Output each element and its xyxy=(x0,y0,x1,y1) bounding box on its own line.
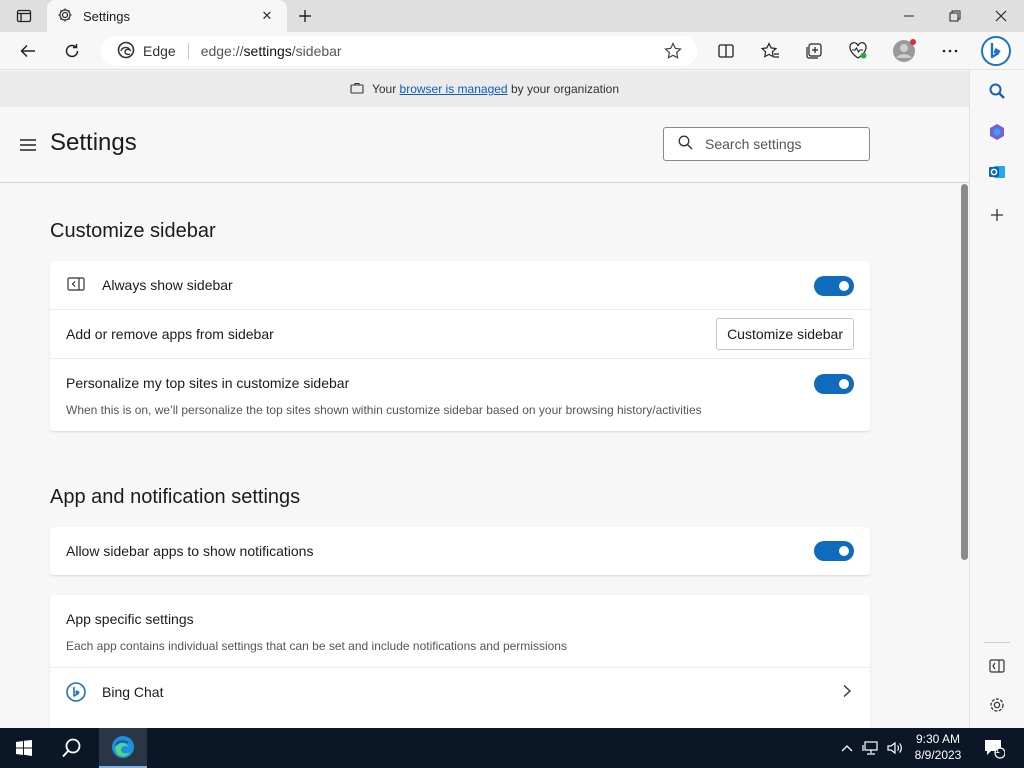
windows-start-icon[interactable] xyxy=(4,728,44,768)
minimize-icon[interactable] xyxy=(886,0,932,32)
restore-icon[interactable] xyxy=(932,0,978,32)
browser-toolbar: Edge edge://settings/sidebar xyxy=(0,32,1024,70)
more-options-icon[interactable] xyxy=(934,36,966,66)
site-identity-label: Edge xyxy=(143,43,176,59)
sidebar-settings-gear-icon[interactable] xyxy=(984,692,1010,718)
sidebar-office-icon[interactable] xyxy=(984,119,1010,145)
notification-count: 1 xyxy=(995,745,1001,755)
browser-essentials-icon[interactable] xyxy=(842,36,874,66)
profile-avatar[interactable] xyxy=(888,36,920,66)
tab-settings[interactable]: Settings ✕ xyxy=(47,0,287,32)
customize-sidebar-button[interactable]: Customize sidebar xyxy=(716,318,854,350)
app-specific-title: App specific settings xyxy=(66,611,194,627)
taskbar-clock[interactable]: 9:30 AM 8/9/2023 xyxy=(912,731,964,763)
settings-header: Settings xyxy=(0,107,969,183)
customize-sidebar-heading: Customize sidebar xyxy=(50,220,216,242)
edge-sidebar xyxy=(969,70,1024,728)
new-tab-icon[interactable] xyxy=(292,4,318,28)
personalize-top-sites-label: Personalize my top sites in customize si… xyxy=(66,375,350,391)
windows-taskbar: 9:30 AM 8/9/2023 1 xyxy=(0,728,1024,768)
bing-chat-app-icon xyxy=(66,682,86,705)
allow-notifications-toggle[interactable] xyxy=(814,541,854,561)
browser-managed-link[interactable]: browser is managed xyxy=(400,82,508,96)
address-url: edge://settings/sidebar xyxy=(200,43,342,59)
bing-chat-icon[interactable] xyxy=(980,35,1012,67)
search-icon xyxy=(678,135,693,153)
allow-notifications-row: Allow sidebar apps to show notifications xyxy=(50,527,870,575)
app-specific-header-row: App specific settings Each app contains … xyxy=(50,595,870,668)
add-remove-apps-row: Add or remove apps from sidebar Customiz… xyxy=(50,310,870,359)
app-row-bing-chat[interactable]: Bing Chat xyxy=(50,668,870,717)
sidebar-outlook-icon[interactable] xyxy=(984,159,1010,185)
add-remove-apps-label: Add or remove apps from sidebar xyxy=(66,326,274,342)
page-title: Settings xyxy=(50,129,137,156)
chevron-right-icon xyxy=(842,684,852,701)
edge-logo-icon xyxy=(117,41,135,62)
allow-notifications-label: Allow sidebar apps to show notifications xyxy=(66,543,314,559)
managed-banner: Your browser is managed by your organiza… xyxy=(0,71,969,107)
bing-chat-label: Bing Chat xyxy=(102,684,164,700)
personalize-top-sites-description: When this is on, we’ll personalize the t… xyxy=(66,403,702,417)
always-show-sidebar-row: Always show sidebar xyxy=(50,261,870,310)
clock-time: 9:30 AM xyxy=(915,732,961,746)
managed-prefix: Your xyxy=(371,82,397,96)
split-screen-icon[interactable] xyxy=(710,36,742,66)
allow-notifications-card: Allow sidebar apps to show notifications xyxy=(50,527,870,575)
managed-suffix: by your organization xyxy=(510,82,620,96)
address-separator xyxy=(187,43,189,59)
taskbar-edge-icon[interactable] xyxy=(99,728,147,768)
hide-sidebar-icon[interactable] xyxy=(984,653,1010,679)
search-input[interactable] xyxy=(705,136,855,152)
tab-title: Settings xyxy=(83,8,130,24)
close-tab-icon[interactable]: ✕ xyxy=(257,6,277,26)
sidebar-add-icon[interactable] xyxy=(984,202,1010,228)
settings-content: Customize sidebar Always show sidebar Ad… xyxy=(0,184,958,728)
refresh-icon[interactable] xyxy=(56,36,88,66)
app-specific-description: Each app contains individual settings th… xyxy=(66,639,567,653)
close-window-icon[interactable] xyxy=(978,0,1024,32)
always-show-sidebar-toggle[interactable] xyxy=(814,276,854,296)
favorites-icon[interactable] xyxy=(754,36,786,66)
always-show-sidebar-label: Always show sidebar xyxy=(102,277,233,293)
sidebar-panel-icon xyxy=(67,277,85,294)
content-scrollbar[interactable] xyxy=(960,184,968,728)
taskbar-search-icon[interactable] xyxy=(52,728,92,768)
personalize-top-sites-toggle[interactable] xyxy=(814,374,854,394)
tray-volume-icon[interactable] xyxy=(884,728,906,768)
tray-chevron-up-icon[interactable] xyxy=(838,728,856,768)
favorite-star-icon[interactable] xyxy=(663,41,683,64)
tab-actions-icon[interactable] xyxy=(8,4,40,28)
scrollbar-thumb[interactable] xyxy=(961,184,968,560)
address-bar[interactable]: Edge edge://settings/sidebar xyxy=(101,36,697,66)
clock-date: 8/9/2023 xyxy=(914,748,962,762)
search-settings-box[interactable] xyxy=(663,127,870,161)
notification-center-icon[interactable]: 1 xyxy=(980,728,1008,768)
title-bar: Settings ✕ xyxy=(0,0,1024,32)
app-notification-settings-heading: App and notification settings xyxy=(50,486,301,508)
back-arrow-icon[interactable] xyxy=(12,36,44,66)
sidebar-search-icon[interactable] xyxy=(984,78,1010,104)
sidebar-divider xyxy=(984,642,1010,643)
hamburger-menu-icon[interactable] xyxy=(20,139,36,151)
tray-network-icon[interactable] xyxy=(860,728,882,768)
gear-icon xyxy=(57,7,73,26)
app-specific-settings-card: App specific settings Each app contains … xyxy=(50,595,870,728)
customize-sidebar-card: Always show sidebar Add or remove apps f… xyxy=(50,261,870,431)
collections-icon[interactable] xyxy=(798,36,830,66)
personalize-top-sites-row: Personalize my top sites in customize si… xyxy=(50,359,870,431)
briefcase-icon xyxy=(350,82,364,97)
